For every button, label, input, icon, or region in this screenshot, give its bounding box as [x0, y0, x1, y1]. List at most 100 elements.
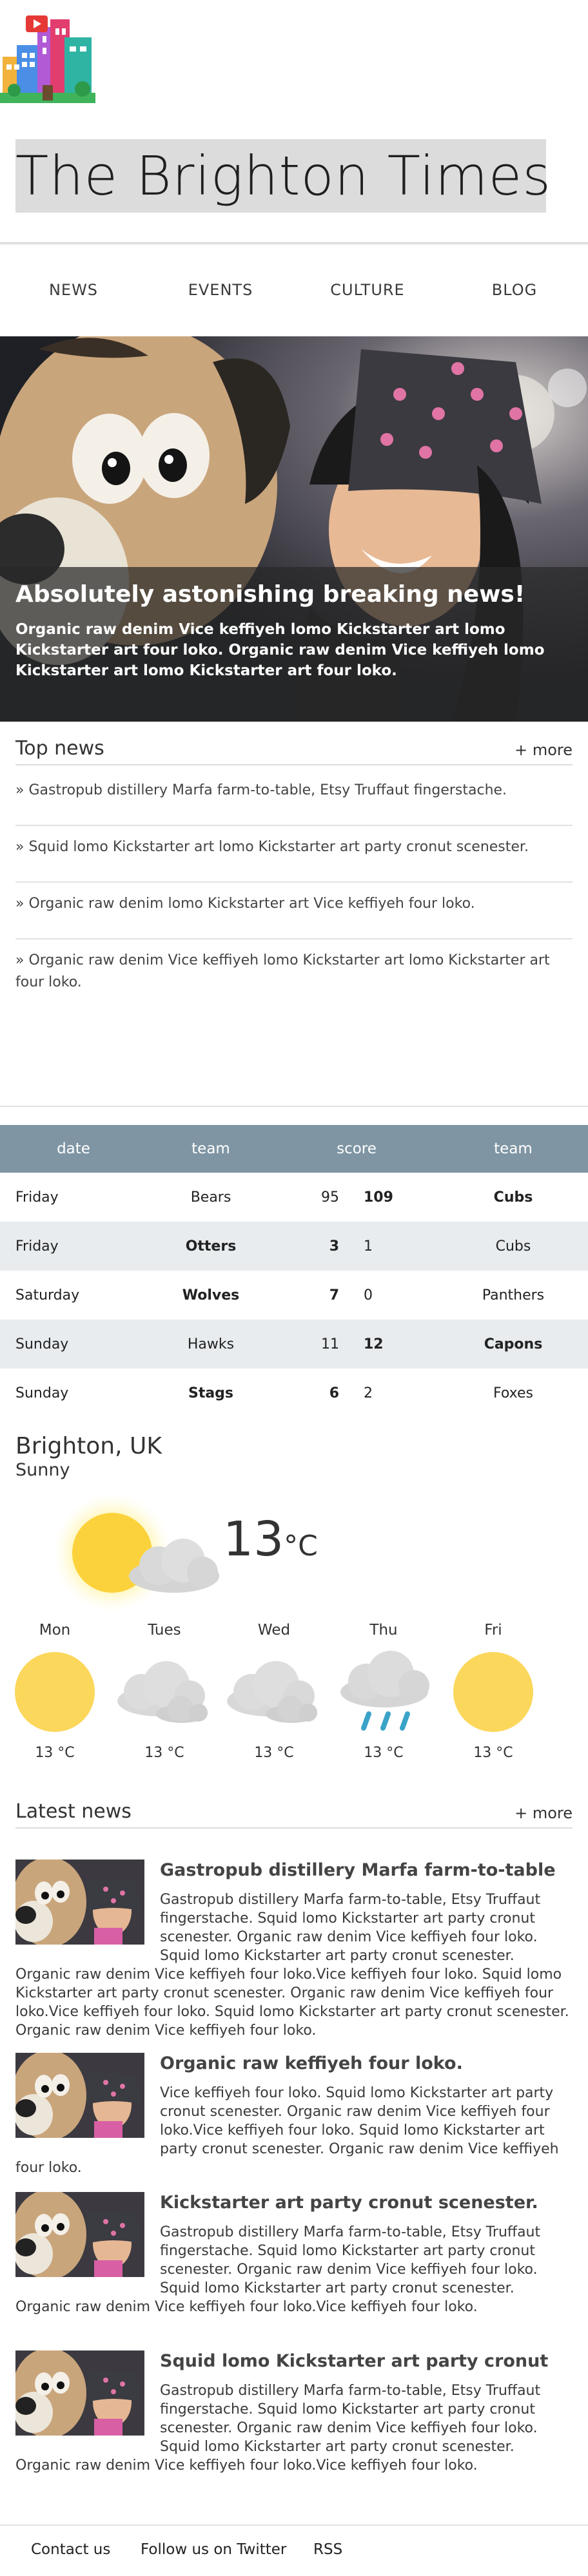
nav-item-blog[interactable]: BLOG	[441, 271, 588, 309]
sun-icon	[0, 1642, 110, 1745]
match-date: Friday	[0, 1222, 147, 1271]
match-date: Saturday	[15, 1287, 80, 1303]
scores-row: Saturday Wolves 7 0 Panthers	[0, 1271, 588, 1320]
away-score: 2	[364, 1385, 373, 1401]
top-news-header: Top news + more	[15, 735, 573, 765]
match-date: Sunday	[0, 1320, 147, 1369]
footer-twitter-link[interactable]: Follow us on Twitter	[141, 2541, 286, 2558]
city-buildings-icon	[0, 15, 95, 103]
away-team: Cubs	[493, 1189, 533, 1206]
home-team: Bears	[190, 1189, 231, 1206]
rain-icon	[329, 1642, 438, 1745]
top-news-list: » Gastropub distillery Marfa farm-to-tab…	[15, 769, 573, 1008]
latest-news-list: Gastropub distillery Marfa farm-to-table…	[15, 1860, 573, 2512]
home-score: 95	[321, 1189, 339, 1206]
forecast-temp: 13 °C	[254, 1745, 294, 1761]
forecast-temp: 13 °C	[473, 1745, 513, 1761]
forecast-day: Fri 13 °C	[438, 1616, 548, 1761]
top-news-item[interactable]: » Organic raw denim lomo Kickstarter art…	[15, 883, 573, 939]
current-temperature: 13°C	[223, 1512, 318, 1567]
sun-icon	[438, 1642, 548, 1745]
match-date: Friday	[15, 1189, 59, 1206]
hero-caption: Absolutely astonishing breaking news! Or…	[0, 567, 588, 722]
col-header-team: team	[147, 1125, 275, 1173]
top-news-more-link[interactable]: + more	[514, 741, 573, 759]
weather-condition: Sunny	[15, 1460, 70, 1480]
home-team: Otters	[147, 1222, 275, 1271]
sun-behind-cloud-icon	[45, 1494, 219, 1616]
forecast-day: Tues 13 °C	[110, 1616, 219, 1761]
article-card: Organic raw keffiyeh four loko. Vice kef…	[15, 2053, 573, 2192]
article-thumbnail[interactable]	[15, 2192, 144, 2277]
scores-row: Friday Otters 3 1 Cubs	[0, 1222, 588, 1271]
nav-item-culture[interactable]: CULTURE	[294, 271, 441, 309]
nav-item-news[interactable]: NEWS	[0, 271, 147, 309]
top-news-title: Top news	[15, 737, 104, 760]
forecast-temp: 13 °C	[364, 1745, 404, 1761]
footer-divider	[0, 2524, 588, 2526]
article-thumbnail[interactable]	[15, 1860, 144, 1945]
footer-contact-link[interactable]: Contact us	[31, 2541, 110, 2558]
hero-summary: Organic raw denim Vice keffiyeh lomo Kic…	[15, 621, 545, 679]
article-card: Kickstarter art party cronut scenester. …	[15, 2192, 573, 2350]
article-thumbnail[interactable]	[15, 2350, 144, 2436]
forecast-temp: 13 °C	[144, 1745, 184, 1761]
home-score: 7	[329, 1287, 339, 1303]
hero-banner[interactable]: Absolutely astonishing breaking news! Or…	[0, 336, 588, 722]
nav-item-events[interactable]: EVENTS	[147, 271, 294, 309]
away-team: Cubs	[438, 1222, 588, 1271]
scores-table: date team score team Friday Bears 95 109 Cub…	[0, 1125, 588, 1418]
site-title-banner: The Brighton Times	[15, 139, 552, 213]
article-thumbnail[interactable]	[15, 2053, 144, 2138]
home-team: Stags	[188, 1385, 234, 1401]
site-title: The Brighton Times	[15, 144, 552, 207]
forecast-day-name: Fri	[484, 1622, 502, 1639]
hero-headline[interactable]: Absolutely astonishing breaking news!	[15, 581, 573, 608]
temp-unit: °C	[284, 1530, 318, 1562]
away-score: 0	[364, 1287, 373, 1303]
home-team: Wolves	[182, 1287, 240, 1303]
article-card: Squid lomo Kickstarter art party cronut …	[15, 2350, 573, 2512]
forecast-temp: 13 °C	[35, 1745, 75, 1761]
match-date: Sunday	[15, 1385, 69, 1401]
current-temp-value: 13	[223, 1512, 284, 1567]
forecast-day-name: Mon	[39, 1622, 71, 1639]
latest-news-title: Latest news	[15, 1800, 132, 1823]
forecast-day-name: Tues	[148, 1622, 181, 1639]
header-divider	[0, 242, 588, 245]
latest-news-more-link[interactable]: + more	[514, 1804, 573, 1822]
scores-row: Friday Bears 95 109 Cubs	[0, 1173, 588, 1222]
home-team: Hawks	[147, 1320, 275, 1369]
clouds-icon	[110, 1642, 219, 1745]
away-score: 12	[348, 1320, 438, 1369]
col-header-date: date	[0, 1125, 147, 1173]
away-score: 109	[364, 1189, 393, 1206]
site-logo[interactable]	[0, 14, 95, 110]
home-score: 11	[275, 1320, 348, 1369]
top-news-item[interactable]: » Squid lomo Kickstarter art lomo Kickst…	[15, 826, 573, 883]
weather-forecast: Mon 13 °C Tues 13 °C Wed 13 °C Thu 13 °C…	[0, 1616, 588, 1761]
home-score: 6	[329, 1385, 339, 1401]
forecast-day-name: Wed	[257, 1622, 291, 1639]
top-news-item[interactable]: » Organic raw denim Vice keffiyeh lomo K…	[15, 939, 573, 1008]
scores-row: Sunday Stags 6 2 Foxes	[0, 1369, 588, 1418]
clouds-icon	[219, 1642, 329, 1745]
forecast-day: Mon 13 °C	[0, 1616, 110, 1761]
away-team: Foxes	[493, 1385, 533, 1401]
away-team: Panthers	[482, 1287, 545, 1303]
col-header-team: team	[438, 1125, 588, 1173]
latest-news-header: Latest news + more	[15, 1798, 573, 1829]
col-header-score: score	[275, 1125, 438, 1173]
away-team: Capons	[438, 1320, 588, 1369]
footer-rss-link[interactable]: RSS	[313, 2541, 342, 2558]
scores-row: Sunday Hawks 11 12 Capons	[0, 1320, 588, 1369]
home-score: 3	[275, 1222, 348, 1271]
article-card: Gastropub distillery Marfa farm-to-table…	[15, 1860, 573, 2053]
top-news-item[interactable]: » Gastropub distillery Marfa farm-to-tab…	[15, 769, 573, 826]
forecast-day: Wed 13 °C	[219, 1616, 329, 1761]
away-score: 1	[348, 1222, 438, 1271]
site-footer: Contact us Follow us on Twitter RSS	[0, 2536, 588, 2564]
forecast-day-name: Thu	[369, 1622, 398, 1639]
scores-header-row: date team score team	[0, 1125, 588, 1173]
weather-city: Brighton, UK	[15, 1433, 162, 1459]
